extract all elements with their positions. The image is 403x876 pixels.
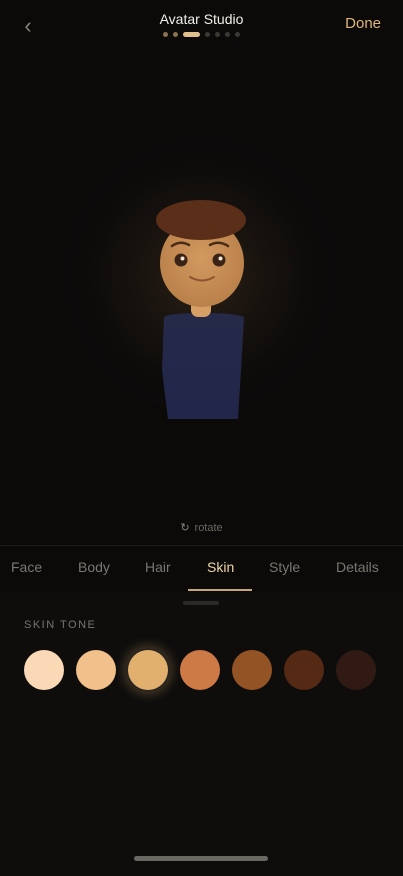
home-indicator — [134, 856, 268, 861]
step-dot-5 — [215, 32, 220, 37]
tab-style[interactable]: Style — [269, 559, 300, 575]
tab-hair[interactable]: Hair — [145, 559, 171, 575]
step-dot-2 — [173, 32, 178, 37]
rotate-label: rotate — [194, 522, 223, 534]
tab-details[interactable]: Details — [336, 559, 379, 575]
avatar-hair — [156, 200, 246, 240]
done-button[interactable]: Done — [345, 15, 381, 32]
rotate-icon: ↻ — [180, 522, 190, 534]
avatar-figure[interactable] — [140, 195, 265, 425]
avatar-right-eye-highlight — [218, 256, 223, 261]
skin-swatch-1[interactable] — [24, 650, 64, 690]
skin-tone-swatches — [0, 650, 403, 690]
panel-drag-handle[interactable] — [183, 601, 219, 605]
page-title: Avatar Studio — [159, 11, 244, 27]
step-dot-1 — [163, 32, 168, 37]
skin-swatch-4[interactable] — [180, 650, 220, 690]
avatar-left-eye-highlight — [180, 256, 185, 261]
step-dot-3 — [183, 32, 200, 37]
skin-swatch-7[interactable] — [336, 650, 376, 690]
avatar-left-eye — [174, 253, 188, 267]
category-tabs: Face Body Hair Skin Style Details — [0, 545, 403, 593]
section-label: SKIN TONE — [24, 619, 97, 631]
skin-tone-panel: SKIN TONE — [0, 592, 403, 876]
skin-swatch-3[interactable] — [128, 650, 168, 690]
step-dot-7 — [235, 32, 240, 37]
avatar-right-eye — [212, 253, 226, 267]
tab-face[interactable]: Face — [11, 559, 42, 575]
avatar-shirt — [162, 313, 244, 419]
step-dot-6 — [225, 32, 230, 37]
header-bar: ‹ Avatar Studio Done — [0, 0, 403, 60]
step-dot-4 — [205, 32, 210, 37]
tab-body[interactable]: Body — [78, 559, 110, 575]
skin-swatch-6[interactable] — [284, 650, 324, 690]
avatar-preview-stage[interactable]: ‹ Avatar Studio Done ↻ rotate — [0, 0, 403, 545]
skin-swatch-5[interactable] — [232, 650, 272, 690]
step-progress-indicator — [0, 32, 403, 37]
tab-skin[interactable]: Skin — [207, 559, 234, 575]
active-tab-indicator — [188, 589, 252, 591]
skin-swatch-2[interactable] — [76, 650, 116, 690]
rotate-hint[interactable]: ↻ rotate — [0, 521, 403, 534]
